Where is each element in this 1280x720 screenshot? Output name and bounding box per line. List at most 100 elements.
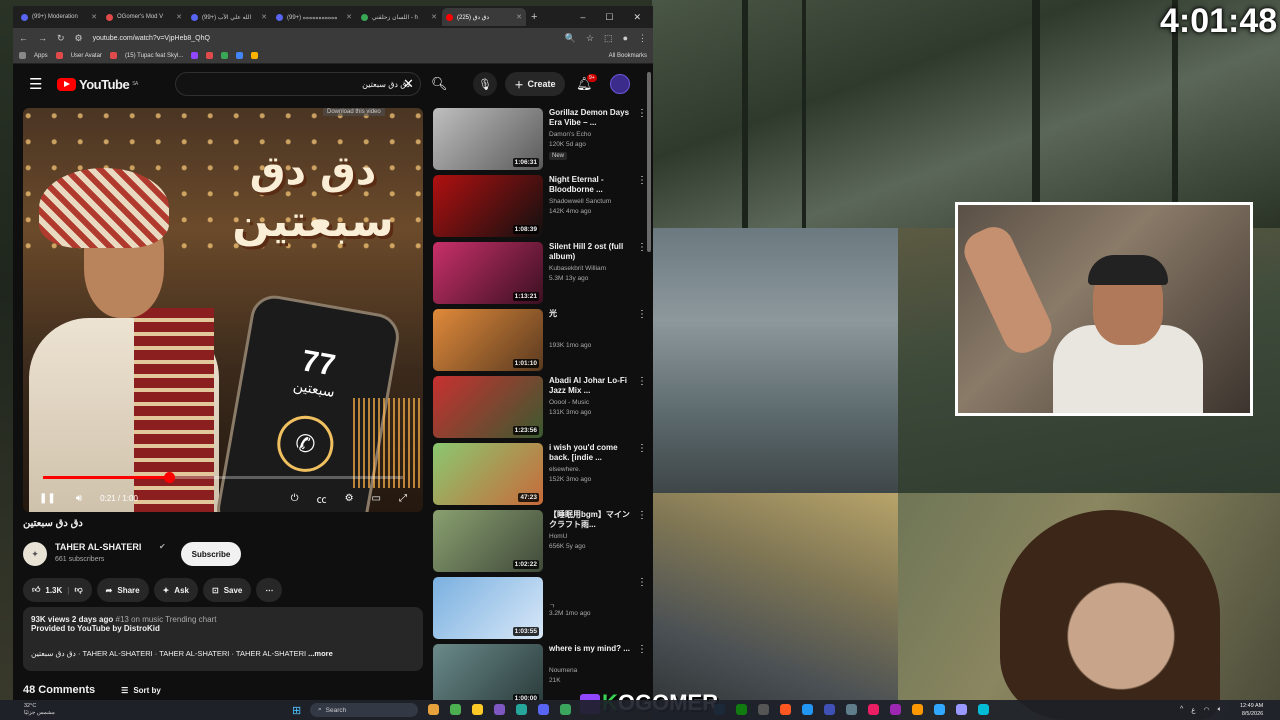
- search-input[interactable]: دق دق سبعتين: [175, 72, 421, 96]
- more-vertical-icon[interactable]: ⋮: [637, 376, 647, 387]
- captions-icon[interactable]: ㏄: [317, 491, 327, 506]
- browser-tab[interactable]: (99+) ەەەەەەەەەەە ✕: [272, 8, 356, 26]
- more-vertical-icon[interactable]: ⋮: [637, 108, 647, 119]
- video-player[interactable]: دق دق سبعتين 77 سبعتين ✆ Download this v…: [23, 108, 423, 512]
- more-vertical-icon[interactable]: ⋮: [637, 644, 647, 655]
- new-tab-button[interactable]: +: [531, 11, 537, 23]
- more-vertical-icon[interactable]: ⋮: [637, 577, 647, 588]
- recommendation-title[interactable]: Gorillaz Demon Days Era Vibe – ...: [549, 108, 631, 128]
- recommendation-item[interactable]: 1:23:56 Abadi Al Johar Lo-Fi Jazz Mix ...…: [433, 374, 649, 441]
- more-vertical-icon[interactable]: ⋮: [637, 175, 647, 186]
- bookmark-tupac[interactable]: (15) Tupac feat Skyl...: [125, 53, 183, 59]
- tab-close-icon[interactable]: ✕: [431, 13, 437, 21]
- tab-close-icon[interactable]: ✕: [176, 13, 182, 21]
- recommendation-item[interactable]: 1:08:39 Night Eternal - Bloodborne ... Sha…: [433, 173, 649, 240]
- recommendation-thumbnail[interactable]: 1:23:56: [433, 376, 543, 438]
- keyboard-language[interactable]: ع: [1191, 706, 1195, 714]
- show-more-link[interactable]: ...more: [308, 649, 333, 658]
- browser-tab[interactable]: (99+) الله علي الآب ✕: [187, 8, 271, 26]
- site-info-icon[interactable]: ⚙: [75, 33, 83, 44]
- recommendation-channel[interactable]: HomU: [549, 533, 567, 540]
- app-icon[interactable]: [890, 704, 901, 715]
- save-button[interactable]: ⊡ Save: [202, 578, 252, 602]
- recommendation-channel[interactable]: Damon's Echo: [549, 131, 591, 138]
- menu-icon[interactable]: ☰: [29, 75, 42, 93]
- app-icon[interactable]: [824, 704, 835, 715]
- channel-avatar[interactable]: ✦: [23, 542, 47, 566]
- url-field[interactable]: youtube.com/watch?v=VjpHeb8_QhQ: [93, 35, 555, 42]
- weather-widget[interactable]: 32°C مشمس جزئيًا: [24, 703, 55, 717]
- settings-icon[interactable]: ⚙: [345, 493, 354, 504]
- volume-icon[interactable]: 🔊︎: [76, 493, 82, 504]
- recommendation-thumbnail[interactable]: 1:06:31: [433, 108, 543, 170]
- recommendation-title[interactable]: Silent Hill 2 ost (full album): [549, 242, 631, 262]
- windows-start-icon[interactable]: ⊞: [292, 704, 301, 717]
- clear-search-icon[interactable]: ✕: [403, 76, 414, 92]
- photoshop-icon[interactable]: [934, 704, 945, 715]
- zoom-icon[interactable]: 🔍: [565, 33, 576, 44]
- discord-icon[interactable]: [538, 704, 549, 715]
- thumbs-down-icon[interactable]: 👎︎: [75, 585, 83, 595]
- subscribe-button[interactable]: Subscribe: [181, 542, 241, 566]
- maximize-button[interactable]: ☐: [605, 12, 613, 23]
- trending-rank[interactable]: #13 on music Trending chart: [116, 615, 217, 624]
- recommendation-channel[interactable]: elsewhere.: [549, 466, 580, 473]
- browser-menu-icon[interactable]: ⋮: [638, 33, 647, 44]
- recommendation-title[interactable]: 【睡眠用bgm】マインクラフト雨...: [549, 510, 631, 530]
- ask-button[interactable]: ✦ Ask: [153, 578, 198, 602]
- recommendation-title[interactable]: Night Eternal - Bloodborne ...: [549, 175, 631, 195]
- taskbar-search[interactable]: ⌕ Search: [310, 703, 418, 717]
- recommendation-item[interactable]: 1:02:22 【睡眠用bgm】マインクラフト雨... HomU 656K 5y ag…: [433, 508, 649, 575]
- recommendation-title[interactable]: Abadi Al Johar Lo-Fi Jazz Mix ...: [549, 376, 631, 396]
- profile-icon[interactable]: ●: [623, 33, 628, 43]
- speaker-icon[interactable]: 🔈︎: [1218, 706, 1222, 714]
- recommendation-item[interactable]: 1:03:55 ㄱ 3.2M 1mo ago ⋮: [433, 575, 649, 642]
- like-button[interactable]: 👍︎ 1.3K | 👎︎: [23, 578, 92, 602]
- browser-tab[interactable]: (99+) Moderation ✕: [17, 8, 101, 26]
- autoplay-toggle[interactable]: ⏻: [291, 493, 299, 504]
- recommendation-channel[interactable]: Shadowwell Sanctum: [549, 198, 611, 205]
- create-button[interactable]: ＋ Create: [505, 72, 565, 96]
- progress-scrubber[interactable]: [164, 472, 175, 483]
- recommendation-thumbnail[interactable]: 1:08:39: [433, 175, 543, 237]
- app-icon[interactable]: [494, 704, 505, 715]
- recommendation-channel[interactable]: ㄱ: [549, 600, 555, 610]
- tray-chevron-icon[interactable]: ^: [1180, 706, 1183, 714]
- app-icon[interactable]: [802, 704, 813, 715]
- account-avatar[interactable]: [610, 74, 630, 94]
- recommendation-thumbnail[interactable]: 1:02:22: [433, 510, 543, 572]
- steam-icon[interactable]: [714, 704, 725, 715]
- minimize-button[interactable]: –: [580, 12, 585, 23]
- premiere-icon[interactable]: [956, 704, 967, 715]
- sort-comments-button[interactable]: ☰ Sort by: [121, 686, 161, 695]
- fullscreen-icon[interactable]: ⤢: [399, 493, 407, 504]
- app-icon[interactable]: [912, 704, 923, 715]
- tab-close-icon[interactable]: ✕: [516, 13, 522, 21]
- browser-tab[interactable]: (225) دق دق ✕: [442, 8, 526, 26]
- recommendation-thumbnail[interactable]: 1:00:00: [433, 644, 543, 700]
- recommendation-thumbnail[interactable]: 1:01:10: [433, 309, 543, 371]
- youtube-logo[interactable]: YouTube SA: [57, 77, 138, 92]
- bookmark-apps[interactable]: Apps: [34, 53, 48, 59]
- browser-tab[interactable]: OGomer's Mod V ✕: [102, 8, 186, 26]
- recommendation-item[interactable]: 47:23 i wish you'd come back. [indie ... e…: [433, 441, 649, 508]
- search-icon[interactable]: 🔍︎: [431, 76, 448, 92]
- page-scrollbar[interactable]: [647, 72, 651, 252]
- app-icon[interactable]: [516, 704, 527, 715]
- description-box[interactable]: 93K views 2 days ago #13 on music Trendi…: [23, 607, 423, 671]
- recommendation-channel[interactable]: Kubasekbrit William: [549, 265, 606, 272]
- recommendation-thumbnail[interactable]: 1:13:21: [433, 242, 543, 304]
- recommendation-thumbnail[interactable]: 1:03:55: [433, 577, 543, 639]
- app-icon[interactable]: [758, 704, 769, 715]
- bookmark-star-icon[interactable]: ☆: [586, 33, 594, 44]
- app-icon[interactable]: [868, 704, 879, 715]
- system-clock[interactable]: 12:49 AM 8/5/2026: [1240, 702, 1263, 718]
- app-icon[interactable]: [428, 704, 439, 715]
- more-actions-button[interactable]: ⋯: [256, 578, 283, 602]
- app-icon[interactable]: [560, 704, 571, 715]
- miniplayer-icon[interactable]: ▭: [372, 493, 381, 504]
- recommendation-title[interactable]: 光: [549, 309, 631, 319]
- recommendation-item[interactable]: 1:01:10 光 193K 1mo ago ⋮: [433, 307, 649, 374]
- app-icon[interactable]: [978, 704, 989, 715]
- tab-close-icon[interactable]: ✕: [91, 13, 97, 21]
